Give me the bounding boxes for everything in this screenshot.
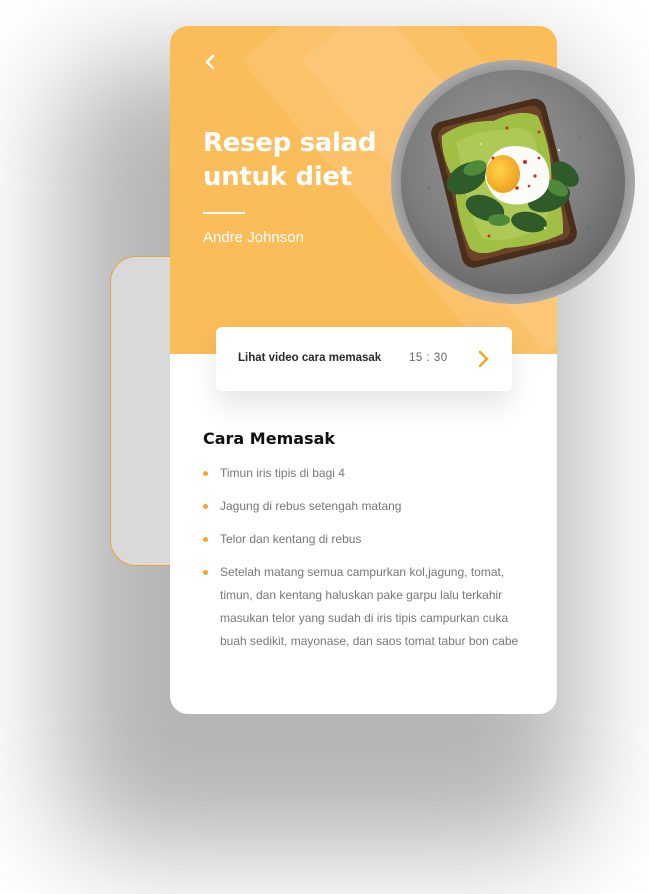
chevron-right-icon	[478, 350, 489, 368]
video-duration: 15 : 30	[409, 352, 448, 364]
dot-icon	[203, 537, 208, 542]
chevron-left-icon	[205, 54, 215, 70]
app-screen: Resep salad untuk diet Andre Johnson Car…	[0, 0, 649, 894]
instruction-step-text: Timun iris tipis di bagi 4	[220, 466, 345, 480]
instruction-step-text: Jagung di rebus setengah matang	[220, 499, 402, 513]
watch-video-label: Lihat video cara memasak	[238, 352, 382, 364]
instruction-step: Telor dan kentang di rebus	[203, 528, 533, 551]
watch-video-button[interactable]: Lihat video cara memasak 15 : 30	[216, 327, 512, 391]
instruction-step-text: Setelah matang semua campurkan kol,jagun…	[220, 565, 519, 648]
dot-icon	[203, 570, 208, 575]
dot-icon	[203, 471, 208, 476]
title-divider	[203, 212, 245, 214]
salad-plate-image	[391, 60, 635, 304]
dot-icon	[203, 504, 208, 509]
instruction-step-text: Telor dan kentang di rebus	[220, 532, 362, 546]
instruction-step: Jagung di rebus setengah matang	[203, 495, 533, 518]
back-button[interactable]	[198, 50, 222, 74]
recipe-author: Andre Johnson	[203, 229, 304, 246]
recipe-title: Resep salad untuk diet	[203, 128, 377, 192]
instruction-step: Setelah matang semua campurkan kol,jagun…	[203, 561, 533, 653]
instruction-step: Timun iris tipis di bagi 4	[203, 462, 533, 485]
instructions-list: Timun iris tipis di bagi 4 Jagung di reb…	[203, 462, 533, 663]
instructions-heading: Cara Memasak	[203, 429, 335, 448]
